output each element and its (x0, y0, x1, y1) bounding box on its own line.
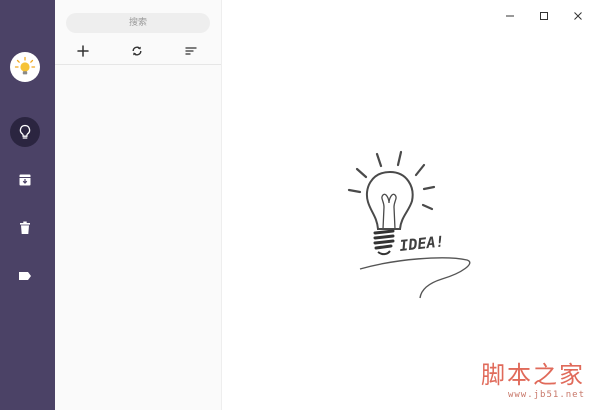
sidebar-item-ideas[interactable] (10, 117, 40, 147)
archive-icon (19, 174, 31, 186)
idea-lightbulb-illustration: IDEA! (347, 150, 471, 299)
app-logo (10, 52, 40, 82)
sidebar-item-trash[interactable] (10, 213, 40, 243)
sort-icon (185, 47, 197, 55)
sidebar-item-archive[interactable] (10, 165, 40, 195)
close-icon (574, 12, 582, 20)
plus-icon (77, 45, 89, 57)
minimize-button[interactable] (501, 8, 519, 24)
sidebar-item-tags[interactable] (10, 261, 40, 291)
lightbulb-icon (19, 124, 31, 139)
note-list-panel (55, 0, 222, 410)
sidebar-rail (0, 0, 55, 410)
maximize-button[interactable] (535, 8, 553, 24)
sync-button[interactable] (127, 41, 147, 61)
close-button[interactable] (569, 8, 587, 24)
tag-icon (19, 272, 31, 280)
search-input[interactable] (66, 13, 210, 33)
list-toolbar (55, 38, 221, 65)
maximize-icon (540, 12, 548, 20)
watermark-url: www.jb51.net (507, 390, 585, 400)
sort-button[interactable] (181, 41, 201, 61)
empty-state-illustration: IDEA! (340, 145, 475, 314)
idea-text: IDEA! (399, 232, 446, 255)
add-note-button[interactable] (73, 41, 93, 61)
minimize-icon (506, 15, 514, 17)
lightbulb-logo-icon (14, 56, 36, 75)
trash-icon (20, 221, 30, 234)
sync-icon (132, 46, 142, 56)
watermark: 脚本之家 www.jb51.net (481, 360, 585, 400)
watermark-title: 脚本之家 (481, 361, 585, 389)
